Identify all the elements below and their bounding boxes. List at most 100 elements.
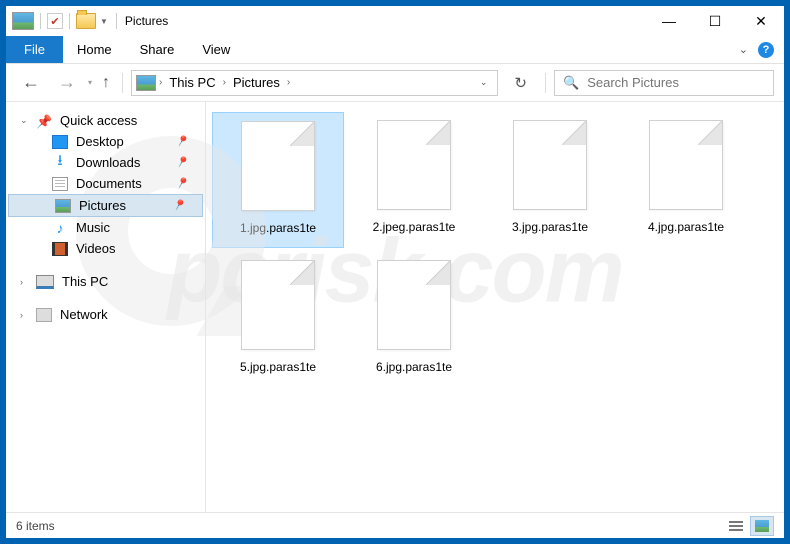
sidebar-item-documents[interactable]: Documents 📍 <box>6 173 205 194</box>
file-label: 1.jpg.paras1te <box>240 221 316 235</box>
body: ⌄ 📌 Quick access Desktop 📍 ⭳ Downloads 📍 <box>6 102 784 512</box>
file-item[interactable]: 2.jpeg.paras1te <box>348 112 480 248</box>
divider <box>69 13 70 29</box>
divider <box>122 73 123 93</box>
label: Music <box>76 220 110 235</box>
item-count: 6 items <box>16 519 55 533</box>
chevron-right-icon[interactable]: › <box>222 77 227 88</box>
large-icons-view-button[interactable] <box>750 516 774 536</box>
label: Downloads <box>76 155 140 170</box>
properties-icon[interactable]: ✔ <box>47 13 63 29</box>
qat-dropdown-icon[interactable]: ▼ <box>100 17 108 26</box>
file-icon <box>377 260 451 350</box>
explorer-window: ✔ ▼ Pictures — ☐ ✕ File Home Share View … <box>5 5 785 539</box>
sidebar-item-downloads[interactable]: ⭳ Downloads 📍 <box>6 152 205 173</box>
sidebar-network[interactable]: › Network <box>6 304 205 325</box>
history-dropdown-icon[interactable]: ▾ <box>88 78 92 87</box>
pc-icon <box>36 275 54 289</box>
file-item[interactable]: 5.jpg.paras1te <box>212 252 344 386</box>
breadcrumb-this-pc[interactable]: This PC <box>165 75 219 90</box>
label: Quick access <box>60 113 137 128</box>
music-icon: ♪ <box>52 221 68 235</box>
up-button[interactable]: ↑ <box>98 74 114 92</box>
forward-button[interactable]: → <box>52 72 82 93</box>
search-input[interactable] <box>587 75 765 90</box>
search-icon: 🔍 <box>563 75 579 91</box>
file-item[interactable]: 6.jpg.paras1te <box>348 252 480 386</box>
desktop-icon <box>52 135 68 149</box>
file-item[interactable]: 4.jpg.paras1te <box>620 112 752 248</box>
file-label: 4.jpg.paras1te <box>648 220 724 234</box>
label: Documents <box>76 176 142 191</box>
file-icon <box>513 120 587 210</box>
window-controls: — ☐ ✕ <box>646 6 784 36</box>
navigation-pane: ⌄ 📌 Quick access Desktop 📍 ⭳ Downloads 📍 <box>6 102 206 512</box>
ribbon: File Home Share View ⌄ ? <box>6 36 784 64</box>
titlebar: ✔ ▼ Pictures — ☐ ✕ <box>6 6 784 36</box>
expand-icon[interactable]: › <box>20 310 23 320</box>
refresh-button[interactable]: ↻ <box>504 74 537 92</box>
pin-icon: 📍 <box>173 174 191 192</box>
sidebar-quick-access[interactable]: ⌄ 📌 Quick access <box>6 110 205 131</box>
pin-icon: 📍 <box>170 196 188 214</box>
app-icon <box>12 12 34 30</box>
chevron-right-icon[interactable]: › <box>286 77 291 88</box>
location-icon <box>136 75 156 91</box>
file-label: 6.jpg.paras1te <box>376 360 452 374</box>
chevron-right-icon[interactable]: › <box>158 77 163 88</box>
tab-view[interactable]: View <box>188 36 244 63</box>
address-dropdown-icon[interactable]: ⌄ <box>474 77 494 88</box>
close-button[interactable]: ✕ <box>738 6 784 36</box>
file-label: 5.jpg.paras1te <box>240 360 316 374</box>
documents-icon <box>52 177 68 191</box>
address-bar[interactable]: › This PC › Pictures › ⌄ <box>131 70 498 96</box>
minimize-button[interactable]: — <box>646 6 692 36</box>
file-icon <box>649 120 723 210</box>
star-icon: 📌 <box>36 114 52 128</box>
new-folder-icon[interactable] <box>76 13 96 29</box>
expand-icon[interactable]: › <box>20 277 23 287</box>
divider <box>116 13 117 29</box>
label: This PC <box>62 274 108 289</box>
file-icon <box>241 260 315 350</box>
window-title: Pictures <box>125 14 168 28</box>
expand-icon[interactable]: ⌄ <box>20 115 28 126</box>
pin-icon: 📍 <box>173 132 191 150</box>
tab-home[interactable]: Home <box>63 36 126 63</box>
status-bar: 6 items <box>6 512 784 538</box>
file-icon <box>241 121 315 211</box>
label: Network <box>60 307 108 322</box>
sidebar-item-music[interactable]: ♪ Music <box>6 217 205 238</box>
file-menu[interactable]: File <box>6 36 63 63</box>
file-label: 3.jpg.paras1te <box>512 220 588 234</box>
videos-icon <box>52 242 68 256</box>
file-item[interactable]: 3.jpg.paras1te <box>484 112 616 248</box>
divider <box>40 13 41 29</box>
tab-share[interactable]: Share <box>126 36 189 63</box>
label: Videos <box>76 241 116 256</box>
sidebar-item-desktop[interactable]: Desktop 📍 <box>6 131 205 152</box>
back-button[interactable]: ← <box>16 72 46 93</box>
downloads-icon: ⭳ <box>52 156 68 170</box>
help-icon[interactable]: ? <box>758 42 774 58</box>
file-label: 2.jpeg.paras1te <box>373 220 456 234</box>
divider <box>545 73 546 93</box>
file-grid: 1.jpg.paras1te 2.jpeg.paras1te 3.jpg.paras… <box>212 112 778 387</box>
search-box[interactable]: 🔍 <box>554 70 774 96</box>
collapse-ribbon-icon[interactable]: ⌄ <box>739 43 748 56</box>
sidebar-this-pc[interactable]: › This PC <box>6 271 205 292</box>
breadcrumb-pictures[interactable]: Pictures <box>229 75 284 90</box>
file-icon <box>377 120 451 210</box>
maximize-button[interactable]: ☐ <box>692 6 738 36</box>
sidebar-item-pictures[interactable]: Pictures 📍 <box>8 194 203 217</box>
details-view-button[interactable] <box>724 516 748 536</box>
pin-icon: 📍 <box>173 153 191 171</box>
network-icon <box>36 308 52 322</box>
file-item[interactable]: 1.jpg.paras1te <box>212 112 344 248</box>
label: Desktop <box>76 134 124 149</box>
nav-toolbar: ← → ▾ ↑ › This PC › Pictures › ⌄ ↻ 🔍 <box>6 64 784 102</box>
label: Pictures <box>79 198 126 213</box>
sidebar-item-videos[interactable]: Videos <box>6 238 205 259</box>
file-pane[interactable]: pcrisk.com 1.jpg.paras1te2.jpeg.paras1te… <box>206 102 784 512</box>
view-mode-switch <box>724 516 774 536</box>
